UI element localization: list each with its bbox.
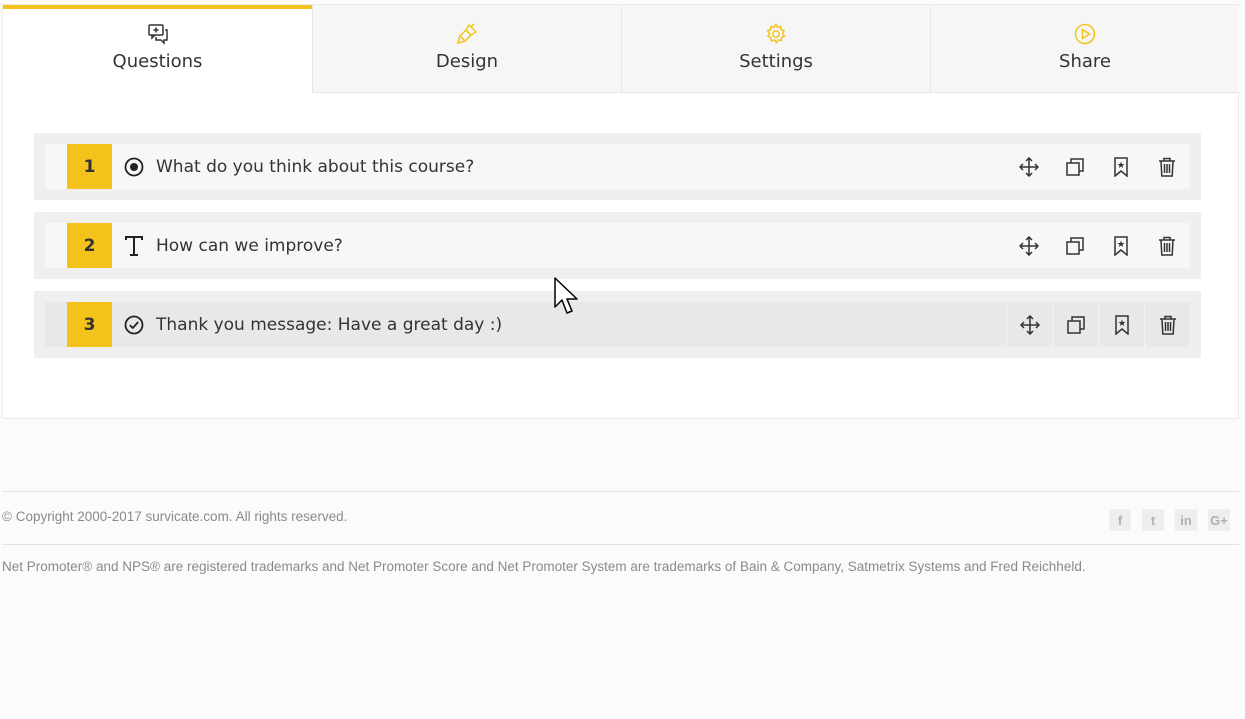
move-icon[interactable] xyxy=(1006,302,1052,347)
question-number: 3 xyxy=(67,302,112,347)
gear-icon xyxy=(765,23,787,45)
question-card[interactable]: 1 What do you think about this course? xyxy=(34,133,1201,200)
mouse-cursor-icon xyxy=(554,277,580,321)
tab-settings[interactable]: Settings xyxy=(621,5,930,93)
trash-icon[interactable] xyxy=(1144,223,1190,268)
footer-divider xyxy=(2,544,1239,545)
check-circle-icon xyxy=(112,302,156,347)
trash-icon[interactable] xyxy=(1144,302,1190,347)
tab-label: Questions xyxy=(112,51,203,72)
question-list: 1 What do you think about this course? 2… xyxy=(34,133,1201,370)
bookmark-icon[interactable] xyxy=(1098,302,1144,347)
play-circle-icon xyxy=(1074,23,1096,45)
tab-questions[interactable]: Questions xyxy=(3,5,312,93)
question-row[interactable]: 2 How can we improve? xyxy=(45,223,1190,268)
question-card[interactable]: 3 Thank you message: Have a great day :) xyxy=(34,291,1201,358)
trash-icon[interactable] xyxy=(1144,144,1190,189)
question-card[interactable]: 2 How can we improve? xyxy=(34,212,1201,279)
tab-share[interactable]: Share xyxy=(930,5,1239,93)
text-type-icon xyxy=(112,223,156,268)
social-links: f t in G+ xyxy=(1109,509,1230,531)
duplicate-icon[interactable] xyxy=(1052,302,1098,347)
question-number: 2 xyxy=(67,223,112,268)
question-actions xyxy=(1006,144,1190,189)
tab-design[interactable]: Design xyxy=(312,5,621,93)
facebook-icon[interactable]: f xyxy=(1109,509,1131,531)
editor-tabs: Questions Design Settings Share xyxy=(3,5,1240,93)
radio-button-icon xyxy=(112,144,156,189)
footer-divider xyxy=(2,491,1239,492)
linkedin-icon[interactable]: in xyxy=(1175,509,1197,531)
twitter-icon[interactable]: t xyxy=(1142,509,1164,531)
question-text[interactable]: What do you think about this course? xyxy=(156,157,1006,177)
duplicate-icon[interactable] xyxy=(1052,223,1098,268)
move-icon[interactable] xyxy=(1006,144,1052,189)
tab-label: Settings xyxy=(739,51,813,72)
question-row[interactable]: 1 What do you think about this course? xyxy=(45,144,1190,189)
tab-label: Design xyxy=(435,51,499,72)
move-icon[interactable] xyxy=(1006,223,1052,268)
google-plus-icon[interactable]: G+ xyxy=(1208,509,1230,531)
questions-icon xyxy=(147,23,169,45)
question-row[interactable]: 3 Thank you message: Have a great day :) xyxy=(45,302,1190,347)
paint-brush-icon xyxy=(456,23,478,45)
footer-trademark: Net Promoter® and NPS® are registered tr… xyxy=(2,559,1086,574)
footer-copyright: © Copyright 2000-2017 survicate.com. All… xyxy=(2,509,348,524)
bookmark-icon[interactable] xyxy=(1098,144,1144,189)
question-text[interactable]: How can we improve? xyxy=(156,236,1006,256)
question-text[interactable]: Thank you message: Have a great day :) xyxy=(156,315,1006,335)
question-actions xyxy=(1006,302,1190,347)
question-actions xyxy=(1006,223,1190,268)
bookmark-icon[interactable] xyxy=(1098,223,1144,268)
tab-label: Share xyxy=(1059,51,1111,72)
question-number: 1 xyxy=(67,144,112,189)
duplicate-icon[interactable] xyxy=(1052,144,1098,189)
